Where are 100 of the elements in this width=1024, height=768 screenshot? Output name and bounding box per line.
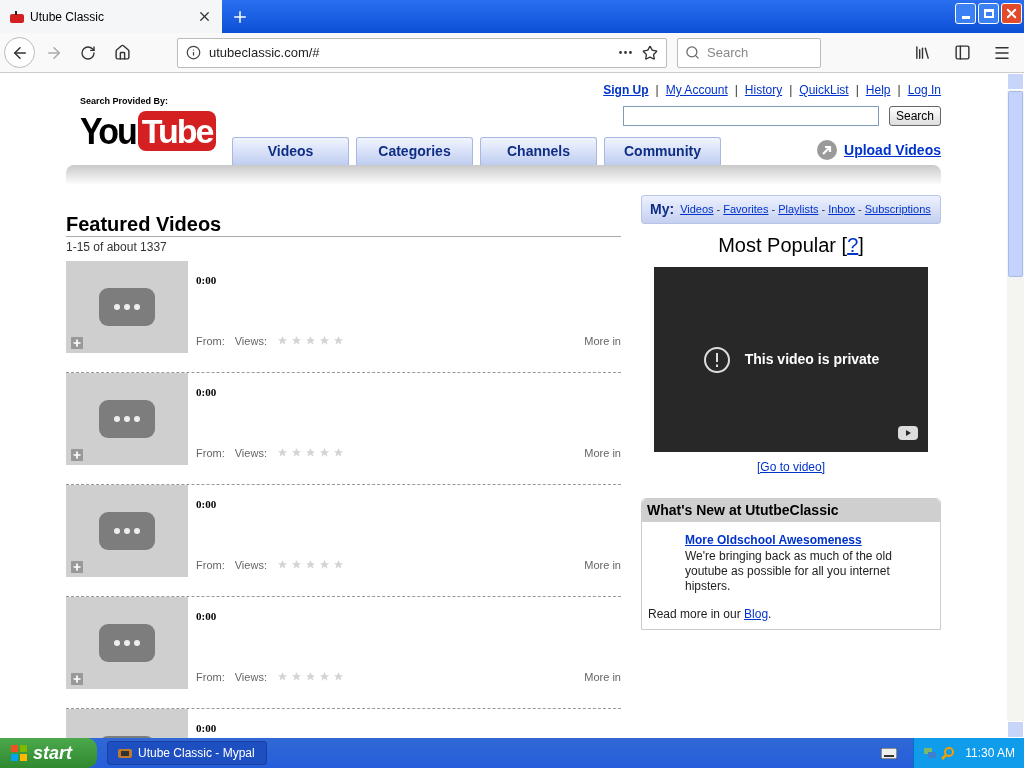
link-separator: -	[858, 202, 862, 218]
star-icon	[332, 671, 344, 683]
more-in-link[interactable]: More in	[584, 332, 621, 349]
info-icon[interactable]	[186, 45, 201, 60]
my-link[interactable]: Inbox	[828, 201, 856, 218]
tab-title: Utube Classic	[30, 8, 106, 26]
star-icon	[318, 559, 330, 571]
search-button[interactable]: Search	[888, 106, 941, 126]
windows-flag-icon	[10, 744, 28, 762]
read-more-text: Read more in our Blog.	[648, 606, 773, 623]
scrollbar[interactable]	[1007, 73, 1024, 738]
reload-icon[interactable]	[80, 44, 96, 61]
star-icon	[318, 335, 330, 347]
player-message: This video is private	[744, 350, 880, 369]
star-icon	[290, 671, 302, 683]
restore-button[interactable]	[978, 3, 999, 24]
nav-tab[interactable]: Channels	[480, 137, 597, 165]
link-separator: -	[821, 202, 826, 218]
library-icon[interactable]	[913, 44, 931, 61]
link-separator: |	[734, 82, 738, 99]
search-icon	[685, 45, 700, 60]
add-button[interactable]	[71, 449, 83, 461]
video-duration: 0:00	[196, 609, 218, 624]
keyboard-icon[interactable]	[881, 747, 898, 759]
header-link[interactable]: Help	[865, 81, 891, 99]
bookmark-star-icon[interactable]	[642, 44, 658, 61]
link-separator: |	[855, 82, 859, 99]
header-link[interactable]: My Account	[665, 81, 728, 99]
alert-icon	[702, 345, 731, 374]
more-in-link[interactable]: More in	[584, 668, 621, 685]
video-placeholder-icon	[99, 624, 155, 662]
my-link[interactable]: Favorites	[723, 201, 769, 218]
link-separator: -	[716, 202, 721, 218]
featured-title: Featured Videos	[66, 195, 621, 237]
home-icon[interactable]	[113, 44, 131, 61]
star-icon	[332, 335, 344, 347]
site-search-field[interactable]	[622, 106, 879, 126]
video-player[interactable]: This video is private	[654, 267, 928, 452]
from-label: From:	[196, 557, 225, 573]
from-label: From:	[196, 445, 225, 461]
star-icon	[290, 559, 302, 571]
video-duration: 0:00	[196, 273, 218, 288]
close-icon	[1004, 6, 1019, 21]
star-icon	[332, 447, 344, 459]
go-to-video-link[interactable]: [Go to video]	[756, 460, 825, 474]
start-button[interactable]: start	[0, 738, 97, 768]
header-link[interactable]: History	[744, 81, 783, 99]
clock: 11:30 AM	[965, 745, 1015, 762]
star-icon	[318, 447, 330, 459]
article-link[interactable]: More Oldschool Awesomeness	[685, 533, 862, 547]
star-icon	[276, 447, 288, 459]
my-label: My:	[650, 200, 675, 219]
my-link[interactable]: Videos	[680, 201, 714, 218]
most-popular-title: Most Popular [?]	[717, 233, 865, 257]
star-icon	[304, 671, 316, 683]
views-label: Views:	[234, 557, 267, 573]
search-field[interactable]: Search	[677, 37, 821, 68]
header-link[interactable]: Sign Up	[603, 81, 649, 99]
my-link[interactable]: Subscriptions	[864, 201, 931, 218]
header-link[interactable]: QuickList	[799, 81, 849, 99]
star-icon	[276, 335, 288, 347]
upload-videos-link[interactable]: Upload Videos	[844, 139, 941, 161]
close-tab-icon[interactable]	[197, 9, 212, 24]
from-label: From:	[196, 669, 225, 685]
my-link[interactable]: Playlists	[778, 201, 819, 218]
article-text: We're bringing back as much of the old youtube as possible for all you internet hipsters.	[685, 549, 893, 594]
back-button[interactable]	[4, 37, 35, 68]
results-count: 1-15 of about 1337	[66, 239, 168, 256]
address-bar[interactable]: utubeclassic.com/#	[177, 37, 667, 68]
video-thumbnail[interactable]	[66, 373, 188, 465]
taskbar-task[interactable]: Utube Classic - Mypal	[107, 741, 267, 765]
video-thumbnail[interactable]	[66, 261, 188, 353]
site-favicon-icon	[10, 10, 24, 23]
browser-app-icon	[118, 747, 132, 759]
star-icon	[290, 447, 302, 459]
add-button[interactable]	[71, 561, 83, 573]
player-logo-icon[interactable]	[898, 426, 918, 440]
more-in-link[interactable]: More in	[584, 556, 621, 573]
video-thumbnail[interactable]	[66, 597, 188, 689]
video-duration: 0:00	[196, 497, 218, 512]
minimize-button[interactable]	[955, 3, 976, 24]
add-button[interactable]	[71, 337, 83, 349]
browser-tab[interactable]: Utube Classic	[0, 0, 222, 33]
sidebar-icon[interactable]	[953, 44, 971, 61]
nav-tab[interactable]: Community	[604, 137, 721, 165]
video-thumbnail[interactable]	[66, 485, 188, 577]
video-duration: 0:00	[196, 721, 218, 736]
plus-icon	[72, 562, 82, 572]
link-separator: |	[789, 82, 793, 99]
nav-tab[interactable]: Categories	[356, 137, 473, 165]
star-icon	[332, 559, 344, 571]
close-window-button[interactable]	[1001, 3, 1022, 24]
video-placeholder-icon	[99, 512, 155, 550]
nav-tab[interactable]: Videos	[232, 137, 349, 165]
add-button[interactable]	[71, 673, 83, 685]
views-label: Views:	[234, 333, 267, 349]
plus-icon	[72, 450, 82, 460]
header-link[interactable]: Log In	[907, 81, 941, 99]
link-separator: |	[655, 82, 659, 99]
more-in-link[interactable]: More in	[584, 444, 621, 461]
